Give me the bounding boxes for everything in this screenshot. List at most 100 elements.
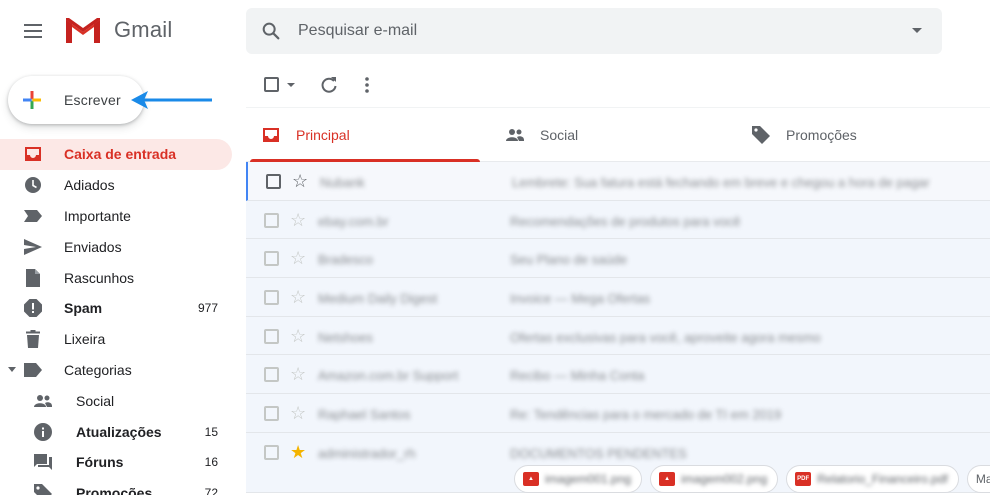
search-bar[interactable]: Pesquisar e-mail: [246, 8, 942, 54]
email-row[interactable]: ☆ Medium Daily Digest Invoice — Mega Ofe…: [246, 278, 990, 317]
tab-promotions[interactable]: Promoções: [752, 108, 982, 162]
search-icon[interactable]: [260, 20, 282, 42]
attachment-chips: ▲ imagem001.png ▲ imagem002.png PDF Rela…: [514, 464, 990, 493]
email-sender: Netshoes: [318, 329, 373, 345]
email-row[interactable]: ☆ Raphael Santos Re: Tendências para o m…: [246, 394, 990, 433]
more-options-icon[interactable]: [364, 76, 370, 94]
sidebar-item-snoozed[interactable]: Adiados: [0, 170, 232, 201]
email-checkbox[interactable]: [264, 212, 279, 228]
sidebar-item-updates[interactable]: Atualizações 15: [0, 416, 232, 447]
spam-icon: [24, 299, 42, 318]
email-sender: Medium Daily Digest: [318, 291, 438, 307]
email-row[interactable]: ★ administrador_rh DOCUMENTOS PENDENTES …: [246, 432, 990, 493]
label-icon: [24, 361, 42, 379]
email-subject: Lembrete: Sua fatura está fechando em br…: [512, 175, 930, 190]
email-sender: ebay.com.br: [318, 213, 389, 229]
email-sender: Nubank: [320, 175, 365, 190]
inbox-icon: [263, 128, 279, 142]
email-row[interactable]: ☆ Nubank Lembrete: Sua fatura está fecha…: [246, 162, 990, 201]
expand-caret-icon[interactable]: [8, 367, 16, 373]
attachment-chip[interactable]: PDF Relatorio_Financeiro.pdf: [786, 464, 959, 493]
star-icon[interactable]: ☆: [290, 364, 306, 384]
search-options-icon[interactable]: [912, 28, 922, 33]
attachment-chip[interactable]: ▲ imagem002.png: [650, 464, 779, 493]
star-icon[interactable]: ☆: [290, 287, 306, 307]
sidebar-item-trash[interactable]: Lixeira: [0, 324, 232, 355]
attachment-name: imagem001.png: [545, 471, 632, 486]
annotation-arrow: [131, 91, 212, 109]
sidebar-item-label: Lixeira: [64, 331, 106, 348]
tab-label: Promoções: [786, 127, 857, 143]
plus-icon: [23, 91, 41, 109]
email-row[interactable]: ☆ Netshoes Ofertas exclusivas para você,…: [246, 316, 990, 356]
email-subject: Ofertas exclusivas para você, aproveite …: [510, 329, 821, 345]
email-row[interactable]: ☆ Amazon.com.br Support Recibo — Minha C…: [246, 355, 990, 395]
category-tabs: Principal Social Promoções: [246, 108, 990, 162]
draft-icon: [24, 268, 42, 287]
star-icon[interactable]: ☆: [292, 171, 308, 191]
compose-button[interactable]: Escrever: [8, 76, 144, 124]
email-subject: DOCUMENTOS PENDENTES: [510, 445, 687, 461]
tab-label: Social: [540, 127, 579, 143]
star-icon[interactable]: ★: [290, 442, 306, 462]
people-icon: [34, 392, 52, 410]
search-input[interactable]: Pesquisar e-mail: [298, 22, 417, 40]
email-sender: Raphael Santos: [318, 407, 411, 423]
main-menu-button[interactable]: [18, 18, 48, 44]
tag-icon: [752, 126, 770, 144]
email-checkbox[interactable]: [264, 406, 279, 422]
email-row[interactable]: ☆ Bradesco Seu Plano de saúde: [246, 239, 990, 279]
sidebar-item-label: Adiados: [64, 177, 115, 194]
email-checkbox[interactable]: [264, 290, 279, 306]
sidebar-item-label: Fóruns: [76, 454, 124, 471]
sidebar-item-important[interactable]: Importante: [0, 201, 232, 232]
more-attachments-chip[interactable]: Mai...: [966, 464, 990, 493]
sidebar-item-inbox[interactable]: Caixa de entrada: [0, 139, 232, 170]
select-all-checkbox[interactable]: [264, 77, 279, 92]
tag-icon: [34, 484, 52, 495]
star-icon[interactable]: ☆: [290, 403, 306, 423]
sidebar-item-label: Social: [76, 392, 115, 409]
email-sender: administrador_rh: [318, 445, 416, 461]
sidebar-item-label: Caixa de entrada: [64, 146, 177, 163]
sidebar-item-drafts[interactable]: Rascunhos: [0, 262, 232, 293]
email-checkbox[interactable]: [264, 328, 279, 344]
sidebar-item-count: 16: [204, 455, 218, 470]
send-icon: [24, 238, 42, 256]
pdf-file-icon: PDF: [795, 471, 812, 486]
trash-icon: [24, 330, 42, 349]
sidebar-item-forums[interactable]: Fóruns 16: [0, 447, 232, 478]
forum-icon: [34, 453, 52, 471]
star-icon[interactable]: ☆: [290, 326, 306, 346]
sidebar-item-social[interactable]: Social: [0, 385, 232, 416]
star-icon[interactable]: ☆: [290, 248, 306, 268]
email-subject: Recomendações de produtos para você: [510, 213, 741, 229]
select-options-caret-icon[interactable]: [287, 83, 295, 87]
clock-icon: [24, 176, 42, 194]
sidebar-item-promotions[interactable]: Promoções 72: [0, 478, 232, 495]
attachment-chip[interactable]: ▲ imagem001.png: [514, 464, 643, 493]
sidebar-nav: Caixa de entrada Adiados Importante Envi…: [0, 139, 232, 495]
email-subject: Seu Plano de saúde: [510, 252, 628, 268]
sidebar-item-spam[interactable]: Spam 977: [0, 293, 232, 324]
sidebar-item-sent[interactable]: Enviados: [0, 231, 232, 262]
gmail-logo[interactable]: Gmail: [64, 16, 172, 44]
email-checkbox[interactable]: [264, 251, 279, 267]
tab-social[interactable]: Social: [506, 108, 736, 162]
email-checkbox[interactable]: [266, 174, 281, 189]
email-row[interactable]: ☆ ebay.com.br Recomendações de produtos …: [246, 200, 990, 240]
tab-primary[interactable]: Principal: [262, 108, 492, 162]
sidebar-item-categories[interactable]: Categorias: [0, 355, 232, 386]
sidebar-item-label: Promoções: [76, 485, 153, 495]
refresh-icon[interactable]: [320, 76, 338, 94]
image-file-icon: ▲: [659, 471, 676, 486]
email-checkbox[interactable]: [264, 367, 279, 383]
sidebar-item-label: Importante: [64, 207, 131, 224]
attachment-name: imagem002.png: [681, 471, 768, 486]
email-checkbox[interactable]: [264, 444, 279, 460]
inbox-icon: [24, 145, 42, 163]
app-name: Gmail: [114, 17, 173, 42]
sidebar-item-label: Atualizações: [76, 423, 162, 440]
compose-label: Escrever: [64, 92, 121, 108]
star-icon[interactable]: ☆: [290, 210, 306, 230]
